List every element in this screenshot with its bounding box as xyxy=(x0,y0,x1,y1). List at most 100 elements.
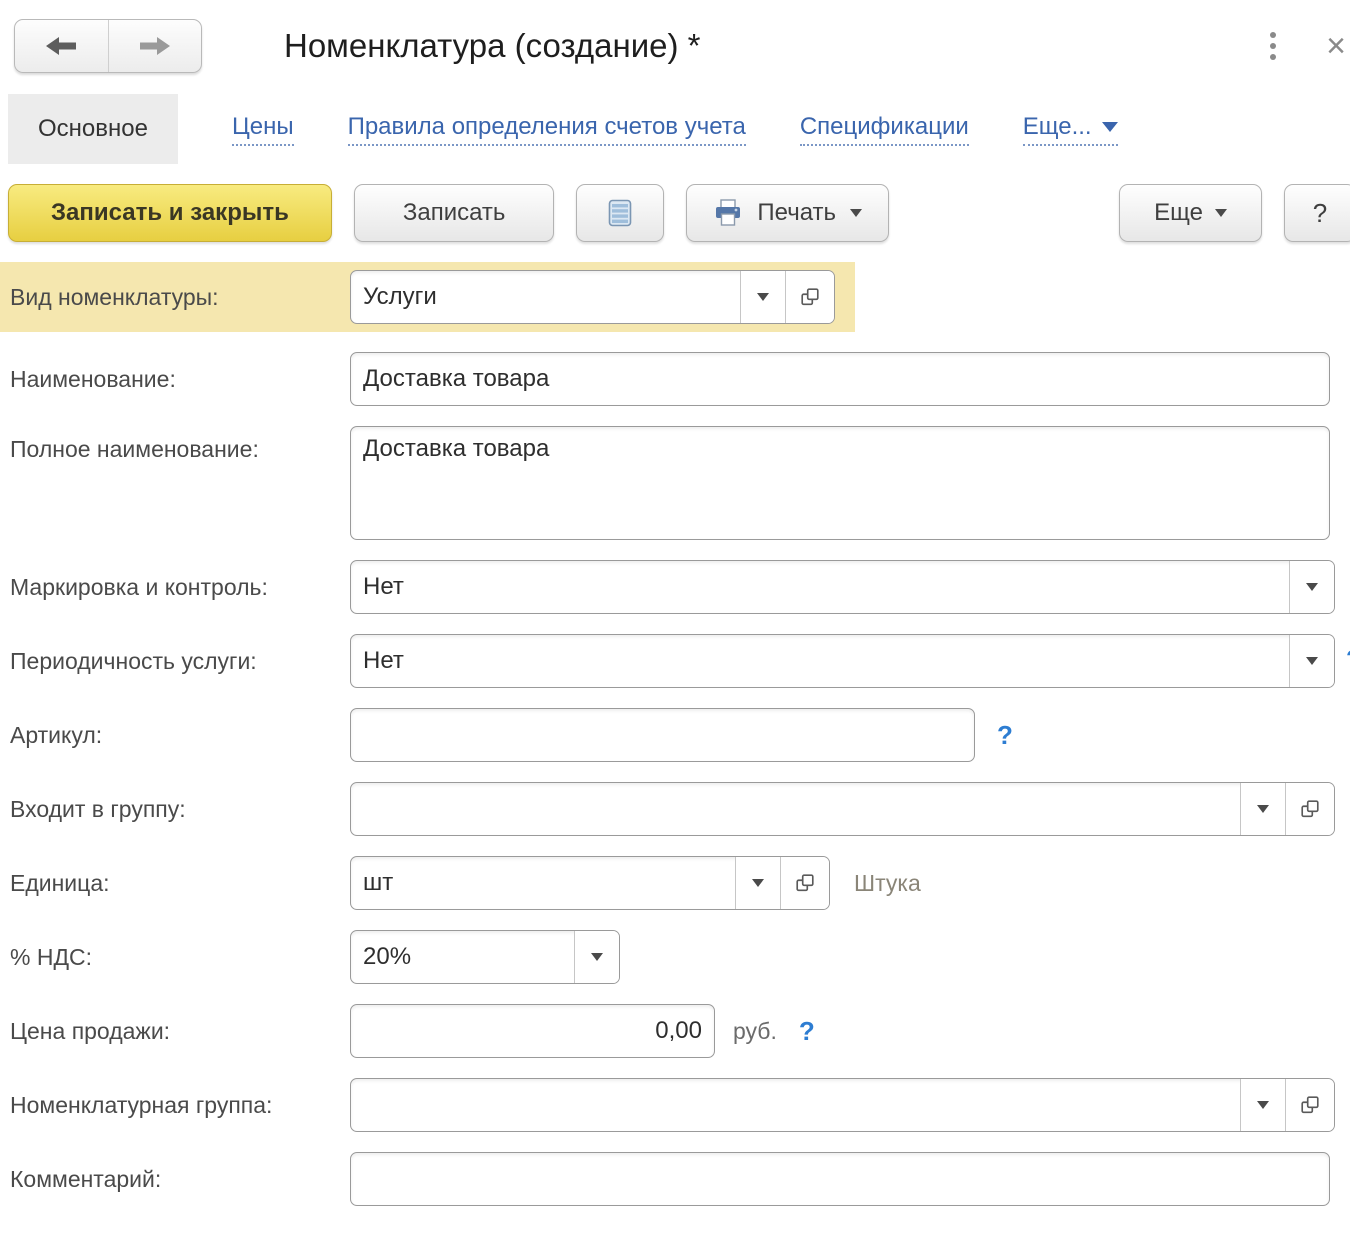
window-header: Номенклатура (создание) * × xyxy=(0,0,1350,82)
article-help[interactable]: ? xyxy=(997,720,1013,751)
nomenclature-kind-input[interactable] xyxy=(351,271,740,323)
marking-control-dropdown-button[interactable] xyxy=(1289,561,1334,613)
help-button[interactable]: ? xyxy=(1284,184,1350,242)
chevron-down-icon xyxy=(1257,1101,1269,1109)
chevron-down-icon xyxy=(1215,209,1227,217)
unit-combo xyxy=(350,856,830,910)
tab-specifications[interactable]: Спецификации xyxy=(800,113,969,146)
field-row-nomenclature-group: Номенклатурная группа: xyxy=(10,1078,1350,1132)
unit-label: Единица: xyxy=(10,870,350,897)
open-form-icon xyxy=(799,286,821,308)
vat-dropdown-button[interactable] xyxy=(574,931,619,983)
nomenclature-form: Вид номенклатуры: Наименование: Полное н… xyxy=(0,262,1350,1206)
chevron-down-icon xyxy=(757,293,769,301)
name-label: Наименование: xyxy=(10,366,350,393)
vat-input[interactable] xyxy=(351,931,574,983)
printer-icon xyxy=(713,199,743,227)
full-name-label: Полное наименование: xyxy=(10,426,350,463)
field-row-marking-control: Маркировка и контроль: xyxy=(10,560,1350,614)
more-button-label: Еще xyxy=(1154,199,1203,227)
forward-arrow-icon xyxy=(139,35,171,57)
unit-dropdown-button[interactable] xyxy=(735,857,780,909)
article-label: Артикул: xyxy=(10,722,350,749)
open-form-icon xyxy=(1299,1094,1321,1116)
field-row-nomenclature-kind: Вид номенклатуры: xyxy=(0,262,855,332)
name-input[interactable] xyxy=(350,352,1330,406)
back-button[interactable] xyxy=(15,20,108,72)
marking-control-input[interactable] xyxy=(351,561,1289,613)
kebab-menu-icon[interactable] xyxy=(1266,28,1280,64)
nomenclature-group-combo xyxy=(350,1078,1335,1132)
more-button[interactable]: Еще xyxy=(1119,184,1262,242)
tab-account-rules[interactable]: Правила определения счетов учета xyxy=(348,113,746,146)
unit-hint: Штука xyxy=(854,870,921,897)
field-row-full-name: Полное наименование: Доставка товара xyxy=(10,426,1350,540)
chevron-down-icon xyxy=(752,879,764,887)
marking-control-label: Маркировка и контроль: xyxy=(10,574,350,601)
chevron-down-icon xyxy=(1306,583,1318,591)
comment-input[interactable] xyxy=(350,1152,1330,1206)
service-periodicity-dropdown-button[interactable] xyxy=(1289,635,1334,687)
history-nav-group xyxy=(14,19,202,73)
vat-combo xyxy=(350,930,620,984)
tab-more-label: Еще... xyxy=(1023,113,1092,141)
chevron-down-icon xyxy=(1306,657,1318,665)
service-periodicity-help[interactable]: ? xyxy=(1346,644,1350,675)
parent-group-open-button[interactable] xyxy=(1285,783,1334,835)
tab-bar: Основное Цены Правила определения счетов… xyxy=(8,94,1350,164)
service-periodicity-label: Периодичность услуги: xyxy=(10,648,350,675)
save-and-close-button[interactable]: Записать и закрыть xyxy=(8,184,332,242)
vat-label: % НДС: xyxy=(10,944,350,971)
marking-control-combo xyxy=(350,560,1335,614)
unit-input[interactable] xyxy=(351,857,735,909)
full-name-textarea[interactable]: Доставка товара xyxy=(350,426,1330,540)
unit-open-button[interactable] xyxy=(780,857,829,909)
nomenclature-group-input[interactable] xyxy=(351,1079,1240,1131)
tab-more[interactable]: Еще... xyxy=(1023,113,1118,146)
close-icon[interactable]: × xyxy=(1326,29,1346,63)
register-records-icon xyxy=(608,199,632,227)
sale-price-label: Цена продажи: xyxy=(10,1018,350,1045)
back-arrow-icon xyxy=(45,35,77,57)
page-title: Номенклатура (создание) * xyxy=(284,27,701,65)
print-button[interactable]: Печать xyxy=(686,184,889,242)
tab-main[interactable]: Основное xyxy=(8,94,178,164)
sale-price-currency: руб. xyxy=(733,1018,777,1045)
field-row-name: Наименование: xyxy=(10,352,1350,406)
open-form-icon xyxy=(794,872,816,894)
nomenclature-group-dropdown-button[interactable] xyxy=(1240,1079,1285,1131)
chevron-down-icon xyxy=(1257,805,1269,813)
nomenclature-kind-open-button[interactable] xyxy=(785,271,834,323)
print-button-label: Печать xyxy=(757,199,836,227)
service-periodicity-combo xyxy=(350,634,1335,688)
field-row-article: Артикул: ? xyxy=(10,708,1350,762)
parent-group-combo xyxy=(350,782,1335,836)
chevron-down-icon xyxy=(850,209,862,217)
sale-price-input[interactable] xyxy=(350,1004,715,1058)
field-row-vat: % НДС: xyxy=(10,930,1350,984)
chevron-down-icon xyxy=(1102,122,1118,132)
save-button[interactable]: Записать xyxy=(354,184,555,242)
sale-price-help[interactable]: ? xyxy=(799,1016,815,1047)
field-row-sale-price: Цена продажи: руб. ? xyxy=(10,1004,1350,1058)
field-row-parent-group: Входит в группу: xyxy=(10,782,1350,836)
tab-prices[interactable]: Цены xyxy=(232,113,294,146)
nomenclature-kind-label: Вид номенклатуры: xyxy=(10,284,350,311)
field-row-service-periodicity: Периодичность услуги: ? xyxy=(10,634,1350,688)
toolbar: Записать и закрыть Записать Печать Еще xyxy=(8,184,1342,242)
nomenclature-kind-combo xyxy=(350,270,835,324)
forward-button[interactable] xyxy=(108,20,202,72)
service-periodicity-input[interactable] xyxy=(351,635,1289,687)
field-row-comment: Комментарий: xyxy=(10,1152,1350,1206)
nomenclature-create-window: Номенклатура (создание) * × Основное Цен… xyxy=(0,0,1350,1240)
article-input[interactable] xyxy=(350,708,975,762)
field-row-unit: Единица: Штука xyxy=(10,856,1350,910)
nomenclature-group-open-button[interactable] xyxy=(1285,1079,1334,1131)
chevron-down-icon xyxy=(591,953,603,961)
parent-group-input[interactable] xyxy=(351,783,1240,835)
register-records-button[interactable] xyxy=(576,184,664,242)
nomenclature-kind-dropdown-button[interactable] xyxy=(740,271,785,323)
parent-group-dropdown-button[interactable] xyxy=(1240,783,1285,835)
parent-group-label: Входит в группу: xyxy=(10,796,350,823)
open-form-icon xyxy=(1299,798,1321,820)
